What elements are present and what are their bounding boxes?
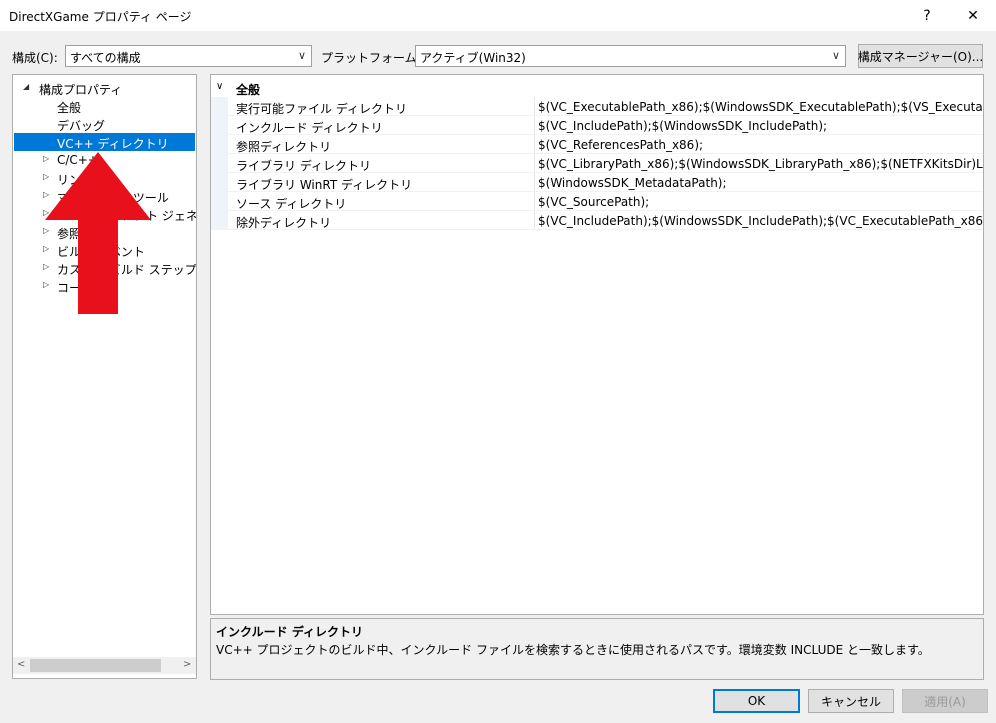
- row-divider: [228, 229, 983, 230]
- tree-horizontal-scrollbar[interactable]: < >: [13, 657, 196, 674]
- close-button[interactable]: ✕: [950, 0, 996, 31]
- row-gutter: [211, 116, 228, 135]
- column-divider: [534, 211, 535, 230]
- column-divider: [534, 116, 535, 135]
- description-title: インクルード ディレクトリ: [216, 625, 363, 639]
- property-value[interactable]: $(VC_ReferencesPath_x86);: [538, 138, 703, 152]
- tree-item-debugging[interactable]: デバッグ: [14, 115, 195, 133]
- tree-item-general[interactable]: 全般: [14, 97, 195, 115]
- tree-item-config-properties[interactable]: ◢ 構成プロパティ: [14, 79, 195, 97]
- row-gutter: [211, 97, 228, 116]
- grid-row-exclude-dirs[interactable]: 除外ディレクトリ $(VC_IncludePath);$(WindowsSDK_…: [211, 211, 983, 230]
- row-gutter: [211, 154, 228, 173]
- title-bar: DirectXGame プロパティ ページ ? ✕: [0, 0, 996, 31]
- ok-button[interactable]: OK: [713, 689, 800, 713]
- grid-category-general[interactable]: ∨ 全般: [211, 78, 983, 97]
- apply-button[interactable]: 適用(A): [902, 689, 988, 713]
- tree-item-label: VC++ ディレクトリ: [57, 137, 169, 151]
- cancel-button[interactable]: キャンセル: [808, 689, 894, 713]
- property-value[interactable]: $(VC_LibraryPath_x86);$(WindowsSDK_Libra…: [538, 157, 983, 171]
- grid-row-include-dirs[interactable]: インクルード ディレクトリ $(VC_IncludePath);$(Window…: [211, 116, 983, 135]
- grid-row-executable-dirs[interactable]: 実行可能ファイル ディレクトリ $(VC_ExecutablePath_x86)…: [211, 97, 983, 116]
- property-value[interactable]: $(VC_IncludePath);$(WindowsSDK_IncludePa…: [538, 119, 827, 133]
- scroll-left-icon[interactable]: <: [17, 659, 25, 670]
- tree-item-label: デバッグ: [57, 119, 106, 133]
- row-gutter: [211, 135, 228, 154]
- collapse-triangle-icon[interactable]: ◢: [23, 82, 29, 91]
- tree-item-vc-directories[interactable]: VC++ ディレクトリ: [14, 133, 195, 151]
- red-arrow-annotation-icon: [45, 152, 151, 317]
- grid-row-source-dirs[interactable]: ソース ディレクトリ $(VC_SourcePath);: [211, 192, 983, 211]
- tree-item-label: 構成プロパティ: [39, 83, 123, 97]
- property-value[interactable]: $(VC_SourcePath);: [538, 195, 649, 209]
- platform-select[interactable]: アクティブ(Win32) ∨: [415, 45, 846, 67]
- chevron-down-icon[interactable]: ∨: [216, 81, 223, 92]
- platform-select-value: アクティブ(Win32): [420, 51, 526, 65]
- row-gutter: [211, 192, 228, 211]
- description-pane: インクルード ディレクトリ VC++ プロジェクトのビルド中、インクルード ファ…: [210, 618, 984, 680]
- column-divider: [534, 173, 535, 192]
- row-gutter: [211, 211, 228, 230]
- column-divider: [534, 97, 535, 116]
- column-divider: [534, 135, 535, 154]
- chevron-down-icon: ∨: [297, 49, 306, 62]
- description-text: VC++ プロジェクトのビルド中、インクルード ファイルを検索するときに使用され…: [216, 643, 930, 657]
- property-grid[interactable]: ∨ 全般 実行可能ファイル ディレクトリ $(VC_ExecutablePath…: [210, 74, 984, 615]
- tree-item-label: 全般: [57, 101, 82, 115]
- grid-row-library-winrt-dirs[interactable]: ライブラリ WinRT ディレクトリ $(WindowsSDK_Metadata…: [211, 173, 983, 192]
- grid-category-label: 全般: [236, 83, 261, 97]
- scrollbar-thumb[interactable]: [30, 659, 161, 672]
- config-select[interactable]: すべての構成 ∨: [65, 45, 312, 67]
- column-divider: [534, 192, 535, 211]
- grid-row-reference-dirs[interactable]: 参照ディレクトリ $(VC_ReferencesPath_x86);: [211, 135, 983, 154]
- row-gutter: [211, 173, 228, 192]
- grid-row-library-dirs[interactable]: ライブラリ ディレクトリ $(VC_LibraryPath_x86);$(Win…: [211, 154, 983, 173]
- column-divider: [534, 154, 535, 173]
- chevron-down-icon: ∨: [831, 49, 840, 62]
- config-manager-button[interactable]: 構成マネージャー(O)...: [858, 44, 983, 68]
- window-title: DirectXGame プロパティ ページ: [9, 10, 192, 24]
- property-value[interactable]: $(VC_ExecutablePath_x86);$(WindowsSDK_Ex…: [538, 100, 983, 114]
- config-select-value: すべての構成: [70, 51, 141, 65]
- scroll-right-icon[interactable]: >: [183, 659, 191, 670]
- property-value[interactable]: $(VC_IncludePath);$(WindowsSDK_IncludePa…: [538, 214, 983, 228]
- config-label: 構成(C):: [12, 51, 58, 65]
- help-button[interactable]: ?: [904, 0, 950, 31]
- property-value[interactable]: $(WindowsSDK_MetadataPath);: [538, 176, 727, 190]
